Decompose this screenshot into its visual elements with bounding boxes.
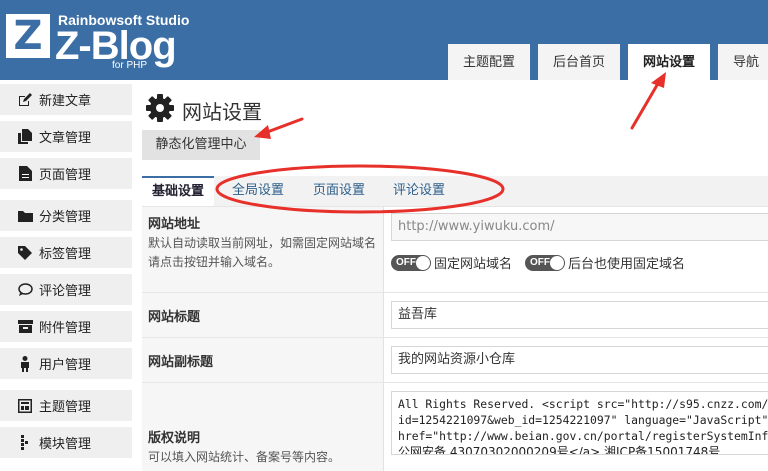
toggle-knob [550,255,565,270]
site-subtitle-label: 网站副标题 [148,355,214,370]
sidebar-item-attachments[interactable]: 附件管理 [0,311,132,342]
copyright-textarea[interactable]: All Rights Reserved. <script src="http:/… [391,391,768,455]
admin-fixed-domain-switch[interactable]: OFF 后台也使用固定域名 [525,253,685,272]
fixed-domain-label: 固定网站域名 [434,257,513,272]
textarea-line: 公网安备 43070302000209号</a> 湘ICP备15001748号 [398,445,721,455]
toggle-switch[interactable]: OFF [391,254,431,271]
sidebar: 新建文章 文章管理 页面管理 分类管理 标签管理 评论管理 附件管理 用户管理 … [0,80,132,471]
tag-icon [17,245,33,261]
sidebar-item-categories[interactable]: 分类管理 [0,200,132,231]
gear-icon [146,94,174,126]
arrow-to-site-settings-tab [630,72,666,130]
person-icon [17,355,33,372]
sidebar-item-pages[interactable]: 页面管理 [0,158,132,189]
textarea-line: href="http://www.beian.gov.cn/portal/reg… [398,429,768,443]
page-title: 网站设置 [182,99,262,124]
settings-form: 网站地址 默认自动读取当前网址，如需固定网站域名请点击按钮并输入域名。 http… [142,206,768,471]
pencil-square-icon [17,92,33,108]
tab-page-settings[interactable]: 页面设置 [300,176,378,206]
layout-icon [17,398,33,414]
sidebar-item-label: 主题管理 [39,400,92,415]
sidebar-item-label: 标签管理 [39,247,92,262]
settings-tabs: 基础设置 全局设置 页面设置 评论设置 [142,176,768,206]
copy-icon [17,129,33,145]
tab-global-settings[interactable]: 全局设置 [219,176,297,206]
copyright-description: 可以填入网站统计、备案号等内容。 [148,450,341,464]
sidebar-item-themes[interactable]: 主题管理 [0,390,132,421]
row-label-cell: 版权说明 可以填入网站统计、备案号等内容。 [142,383,384,471]
textarea-line: All Rights Reserved. <script src="http:/… [398,397,768,411]
copyright-label: 版权说明 [148,431,201,446]
tab-comment-settings[interactable]: 评论设置 [380,176,458,206]
app-header: Z Rainbowsoft Studio Z-Blog for PHP 主题配置… [0,0,768,80]
row-site-url: 网站地址 默认自动读取当前网址，如需固定网站域名请点击按钮并输入域名。 http… [142,206,768,292]
row-value-cell: 益吾库 [385,293,768,337]
row-label-cell: 网站标题 [142,293,384,337]
sidebar-item-label: 页面管理 [39,168,92,183]
file-icon [17,166,33,182]
tab-site-settings[interactable]: 网站设置 [628,44,711,80]
fixed-domain-switch[interactable]: OFF 固定网站域名 [391,253,512,272]
sidebar-item-modules[interactable]: 模块管理 [0,427,132,458]
row-value-cell: 我的网站资源小仓库 [385,338,768,382]
tab-navigation[interactable]: 导航 [718,44,768,80]
row-value-cell: http://www.yiwuku.com/ OFF 固定网站域名 OFF 后台… [385,207,768,292]
sidebar-item-tags[interactable]: 标签管理 [0,237,132,268]
toggle-knob [416,255,430,270]
row-label-cell: 网站地址 默认自动读取当前网址，如需固定网站域名请点击按钮并输入域名。 [142,207,384,292]
toggle-state: OFF [530,256,551,268]
sidebar-item-label: 新建文章 [39,94,92,109]
tab-basic-settings[interactable]: 基础设置 [142,176,215,206]
textarea-line: id=1254221097&web_id=1254221097" languag… [398,413,768,427]
row-site-title: 网站标题 益吾库 [142,292,768,337]
row-label-cell: 网站副标题 [142,338,384,382]
inbox-icon [17,319,33,335]
row-copyright: 版权说明 可以填入网站统计、备案号等内容。 All Rights Reserve… [142,382,768,471]
sidebar-item-new-article[interactable]: 新建文章 [0,84,132,115]
page-header: 网站设置 [146,94,262,126]
row-value-cell: All Rights Reserved. <script src="http:/… [385,383,768,471]
site-subtitle-input[interactable]: 我的网站资源小仓库 [391,346,768,374]
sidebar-item-label: 模块管理 [39,437,92,452]
row-site-subtitle: 网站副标题 我的网站资源小仓库 [142,337,768,382]
sidebar-item-label: 用户管理 [39,358,92,373]
modules-icon [17,435,33,451]
toggle-switch[interactable]: OFF [525,254,566,271]
logo-letter: Z [13,13,43,59]
sidebar-item-users[interactable]: 用户管理 [0,348,132,379]
top-navigation: 主题配置 后台首页 网站设置 导航 [448,44,768,80]
toggle-state: OFF [396,256,416,268]
zblog-logo[interactable]: Z [6,14,50,58]
site-url-input[interactable]: http://www.yiwuku.com/ [391,213,768,241]
site-title-label: 网站标题 [148,310,201,325]
sidebar-item-articles[interactable]: 文章管理 [0,121,132,152]
site-title-input[interactable]: 益吾库 [391,301,768,329]
site-url-label: 网站地址 [148,217,201,232]
brand-platform: for PHP [112,60,148,71]
static-management-button[interactable]: 静态化管理中心 [142,130,260,160]
admin-fixed-domain-label: 后台也使用固定域名 [568,257,686,272]
sidebar-item-label: 附件管理 [39,321,92,336]
sidebar-item-label: 分类管理 [39,210,92,225]
tab-admin-home[interactable]: 后台首页 [538,44,621,80]
site-url-switches: OFF 固定网站域名 OFF 后台也使用固定域名 [391,253,762,272]
sidebar-item-label: 文章管理 [39,131,92,146]
folder-icon [17,208,33,224]
site-url-description: 默认自动读取当前网址，如需固定网站域名请点击按钮并输入域名。 [148,236,377,269]
tab-theme-config[interactable]: 主题配置 [448,44,531,80]
sidebar-item-label: 评论管理 [39,284,92,299]
sidebar-item-comments[interactable]: 评论管理 [0,274,132,305]
chat-icon [17,282,33,298]
